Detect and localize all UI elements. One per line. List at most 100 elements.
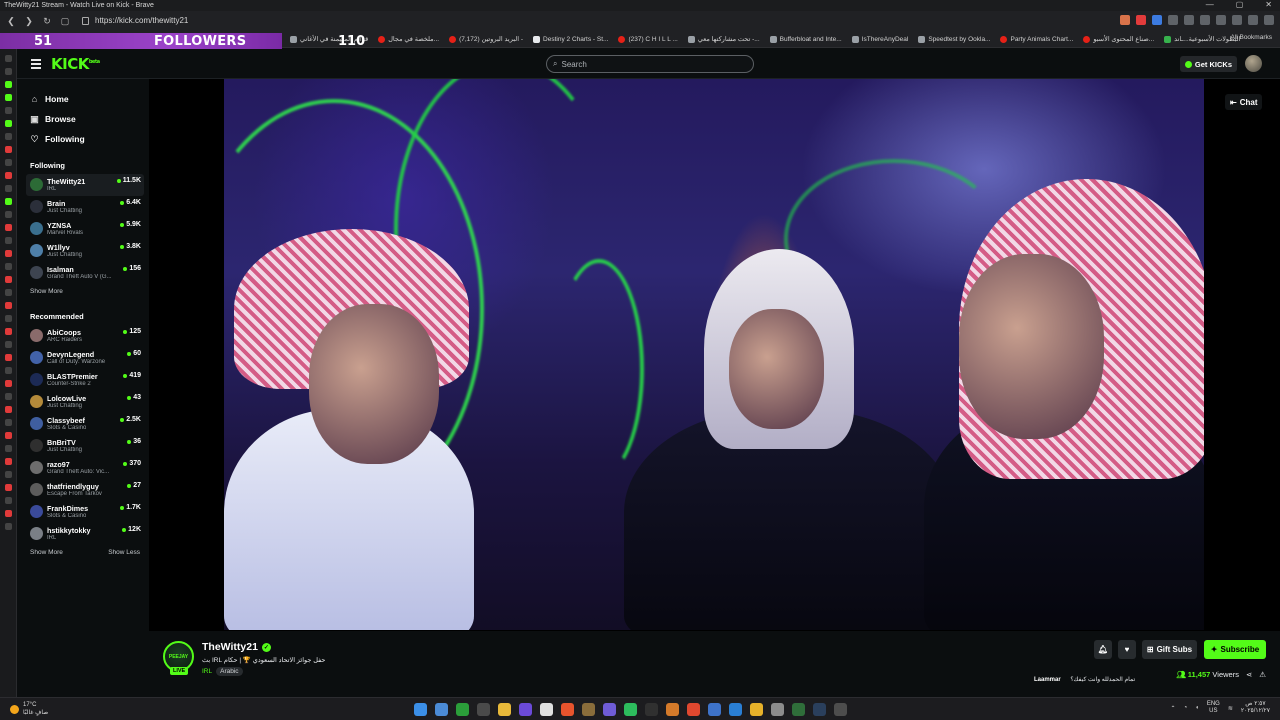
search-input[interactable]	[561, 59, 742, 69]
youtube-icon[interactable]	[4, 146, 12, 153]
nav-browse[interactable]: ▣ Browse	[17, 109, 149, 129]
sidebar-channel-classybeef[interactable]: Classybeef Slots & Casino 2.5K	[26, 413, 144, 435]
bookmark-item[interactable]: Speedtest by Ookla...	[918, 35, 990, 43]
input-language[interactable]: ENG US	[1207, 701, 1220, 715]
sidebar-channel-razo97[interactable]: razo97 Grand Theft Auto: Vic... 370	[26, 457, 144, 479]
file-explorer-icon[interactable]	[498, 703, 511, 716]
sidebar-panel-icon[interactable]	[4, 471, 12, 478]
sidebar-panel-icon[interactable]	[4, 263, 12, 270]
clock[interactable]: ٢:٥٧ ص ٢٠٢٥/١٢/٢٧	[1241, 701, 1270, 715]
youtube-icon[interactable]	[4, 406, 12, 413]
sidebar-channel-thewitty21[interactable]: TheWitty21 IRL 11.5K	[26, 174, 144, 196]
language-tag[interactable]: Arabic	[216, 667, 243, 676]
sidebar-panel-icon[interactable]	[4, 159, 12, 166]
url-text[interactable]: https://kick.com/thewitty21	[95, 14, 188, 28]
youtube-icon[interactable]	[4, 276, 12, 283]
video-player[interactable]	[224, 79, 1204, 630]
nav-following[interactable]: ♡ Following	[17, 129, 149, 149]
network-icon[interactable]: ◔	[1184, 705, 1188, 711]
wifi-icon[interactable]: ≋	[1228, 705, 1233, 712]
close-window-button[interactable]: ✕	[1265, 0, 1272, 9]
youtube-icon[interactable]	[4, 432, 12, 439]
kick-icon[interactable]	[4, 81, 12, 88]
sidebar-channel-hstikkytokky[interactable]: hstikkytokky IRL 12K	[26, 523, 144, 545]
volume-icon[interactable]: ◖	[1195, 705, 1199, 711]
kick-icon[interactable]	[4, 198, 12, 205]
leo-icon[interactable]	[1248, 15, 1258, 25]
gift-subs-button[interactable]: ⊞ Gift Subs	[1142, 640, 1197, 659]
sidebar-panel-icon[interactable]	[4, 445, 12, 452]
notes-icon[interactable]	[750, 703, 763, 716]
discord-icon[interactable]	[603, 703, 616, 716]
app-icon[interactable]	[582, 703, 595, 716]
media-icon[interactable]	[1200, 15, 1210, 25]
extension-icon[interactable]	[1152, 15, 1162, 25]
show-less-button[interactable]: Show Less	[108, 549, 140, 561]
hamburger-menu-icon[interactable]	[31, 59, 41, 71]
bookmark-page-icon[interactable]: ▢	[58, 16, 72, 27]
sidebar-panel-icon[interactable]	[4, 55, 12, 62]
channel-name[interactable]: TheWitty21 ✓	[202, 641, 271, 653]
all-bookmarks-button[interactable]: All Bookmarks	[1230, 34, 1272, 41]
bookmark-item[interactable]: Destiny 2 Charts - St...	[533, 35, 608, 43]
app-icon[interactable]	[792, 703, 805, 716]
sidebar-channel-lolcowlive[interactable]: LolcowLive Just Chatting 43	[26, 391, 144, 413]
nav-home[interactable]: ⌂ Home	[17, 89, 149, 109]
weather-widget[interactable]: 17°C صافٍ غالبًا	[10, 701, 48, 717]
youtube-icon[interactable]	[4, 484, 12, 491]
sidebar-channel-w1llyv[interactable]: W1llyv Just Chatting 3.8K	[26, 240, 144, 262]
app-icon[interactable]	[666, 703, 679, 716]
youtube-icon[interactable]	[4, 458, 12, 465]
sidebar-channel-thatfriendlyguy[interactable]: thatfriendlyguy Escape From Tarkov 27	[26, 479, 144, 501]
minecraft-icon[interactable]	[456, 703, 469, 716]
category-link[interactable]: IRL	[202, 668, 212, 675]
sidebar-panel-icon[interactable]	[4, 237, 12, 244]
kick-icon[interactable]	[4, 120, 12, 127]
bookmark-item[interactable]: تحت مشاركتها معي -...	[687, 35, 760, 43]
kick-icon[interactable]	[4, 94, 12, 101]
sidebar-panel-icon[interactable]	[4, 393, 12, 400]
sidebar-channel-blastpremier[interactable]: BLASTPremier Counter-Strike 2 419	[26, 369, 144, 391]
brave-icon[interactable]	[687, 703, 700, 716]
add-panel-icon[interactable]	[4, 523, 12, 530]
youtube-icon[interactable]	[4, 510, 12, 517]
start-icon[interactable]	[414, 703, 427, 716]
youtube-icon[interactable]	[4, 224, 12, 231]
firefox-icon[interactable]	[561, 703, 574, 716]
youtube-icon[interactable]	[4, 172, 12, 179]
sidebar-channel-isalman[interactable]: Isalman Grand Theft Auto V (G... 156	[26, 262, 144, 284]
sidebar-panel-icon[interactable]	[4, 68, 12, 75]
sidebar-panel-icon[interactable]	[4, 133, 12, 140]
sidebar-channel-yznsa[interactable]: YZNSA Marvel Rivals 5.9K	[26, 218, 144, 240]
bookmark-item[interactable]: ملخصة في مجال...	[378, 35, 439, 43]
share-icon[interactable]: ⋖	[1246, 670, 1252, 679]
show-more-button[interactable]: Show More	[30, 549, 63, 561]
show-more-button[interactable]: Show More	[30, 288, 63, 300]
app-icon[interactable]	[834, 703, 847, 716]
notification-bell-button[interactable]: 🔔︎	[1094, 640, 1112, 659]
sidebar-channel-bnbritv[interactable]: BnBriTV Just Chatting 36	[26, 435, 144, 457]
extension-icon[interactable]	[1168, 15, 1178, 25]
subscribe-button[interactable]: ✦ Subscribe	[1204, 640, 1266, 659]
downloads-icon[interactable]	[1184, 15, 1194, 25]
youtube-icon[interactable]	[4, 380, 12, 387]
menu-icon[interactable]	[1264, 15, 1274, 25]
forward-icon[interactable]: ❯	[22, 16, 36, 27]
youtube-icon[interactable]	[4, 328, 12, 335]
bookmark-item[interactable]: البريد البروتين (7,172) -	[449, 35, 523, 43]
brave-rewards-icon[interactable]	[1136, 15, 1146, 25]
bookmark-item[interactable]: البطولات الأسبوعية...ـاند	[1164, 35, 1240, 43]
report-icon[interactable]: ⚠	[1259, 670, 1266, 679]
minimize-button[interactable]: —	[1206, 0, 1214, 9]
youtube-icon[interactable]	[4, 250, 12, 257]
chat-toggle-button[interactable]: ⇤ Chat	[1225, 94, 1263, 110]
sidebar-channel-abicoops[interactable]: AbiCoops ARC Raiders 125	[26, 325, 144, 347]
sidebar-panel-icon[interactable]	[4, 185, 12, 192]
sidebar-channel-brain[interactable]: Brain Just Chatting 6.4K	[26, 196, 144, 218]
search-box[interactable]: ⌕	[546, 55, 754, 73]
reload-icon[interactable]: ↻	[40, 16, 54, 27]
bookmark-item[interactable]: Party Animals Chart...	[1000, 35, 1073, 43]
sidebar-panel-icon[interactable]	[4, 419, 12, 426]
bookmark-item[interactable]: Bufferbloat and Inte...	[769, 35, 842, 43]
chevron-up-icon[interactable]: ⌃	[1171, 705, 1176, 712]
